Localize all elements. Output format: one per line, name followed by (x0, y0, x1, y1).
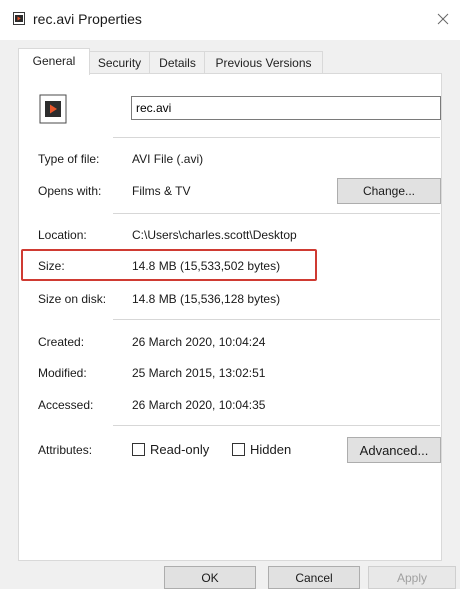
opens-with-label: Opens with: (38, 184, 102, 198)
hidden-checkbox[interactable] (232, 443, 245, 456)
read-only-label[interactable]: Read-only (150, 442, 209, 457)
accessed-value: 26 March 2020, 10:04:35 (132, 398, 266, 412)
close-icon (437, 13, 449, 25)
tab-general[interactable]: General (18, 48, 90, 75)
modified-label: Modified: (38, 366, 87, 380)
general-panel (18, 73, 442, 561)
tab-details[interactable]: Details (149, 51, 206, 74)
file-name-input[interactable] (131, 96, 441, 120)
separator (113, 319, 440, 320)
separator (113, 137, 440, 138)
type-of-file-value: AVI File (.avi) (132, 152, 204, 166)
apply-button[interactable]: Apply (368, 566, 456, 589)
created-value: 26 March 2020, 10:04:24 (132, 335, 266, 349)
location-label: Location: (38, 228, 87, 242)
type-of-file-label: Type of file: (38, 152, 100, 166)
title-bar: rec.avi Properties (0, 0, 460, 40)
hidden-label[interactable]: Hidden (250, 442, 291, 457)
size-label: Size: (38, 259, 65, 273)
video-file-icon (13, 12, 25, 25)
size-on-disk-value: 14.8 MB (15,536,128 bytes) (132, 292, 281, 306)
tab-strip: General Security Details Previous Versio… (18, 48, 442, 75)
advanced-button[interactable]: Advanced... (347, 437, 441, 463)
size-value: 14.8 MB (15,533,502 bytes) (132, 259, 281, 273)
change-button[interactable]: Change... (337, 178, 441, 204)
size-on-disk-label: Size on disk: (38, 292, 107, 306)
close-button[interactable] (432, 8, 454, 30)
created-label: Created: (38, 335, 85, 349)
accessed-label: Accessed: (38, 398, 94, 412)
tab-previous-versions[interactable]: Previous Versions (204, 51, 323, 74)
separator (113, 213, 440, 214)
opens-with-value: Films & TV (132, 184, 191, 198)
tab-security[interactable]: Security (88, 51, 151, 74)
modified-value: 25 March 2015, 13:02:51 (132, 366, 266, 380)
separator (113, 425, 440, 426)
location-value: C:\Users\charles.scott\Desktop (132, 228, 297, 242)
window-title: rec.avi Properties (33, 11, 142, 27)
read-only-checkbox[interactable] (132, 443, 145, 456)
cancel-button[interactable]: Cancel (268, 566, 360, 589)
attributes-label: Attributes: (38, 443, 93, 457)
ok-button[interactable]: OK (164, 566, 256, 589)
video-file-icon (39, 94, 67, 124)
